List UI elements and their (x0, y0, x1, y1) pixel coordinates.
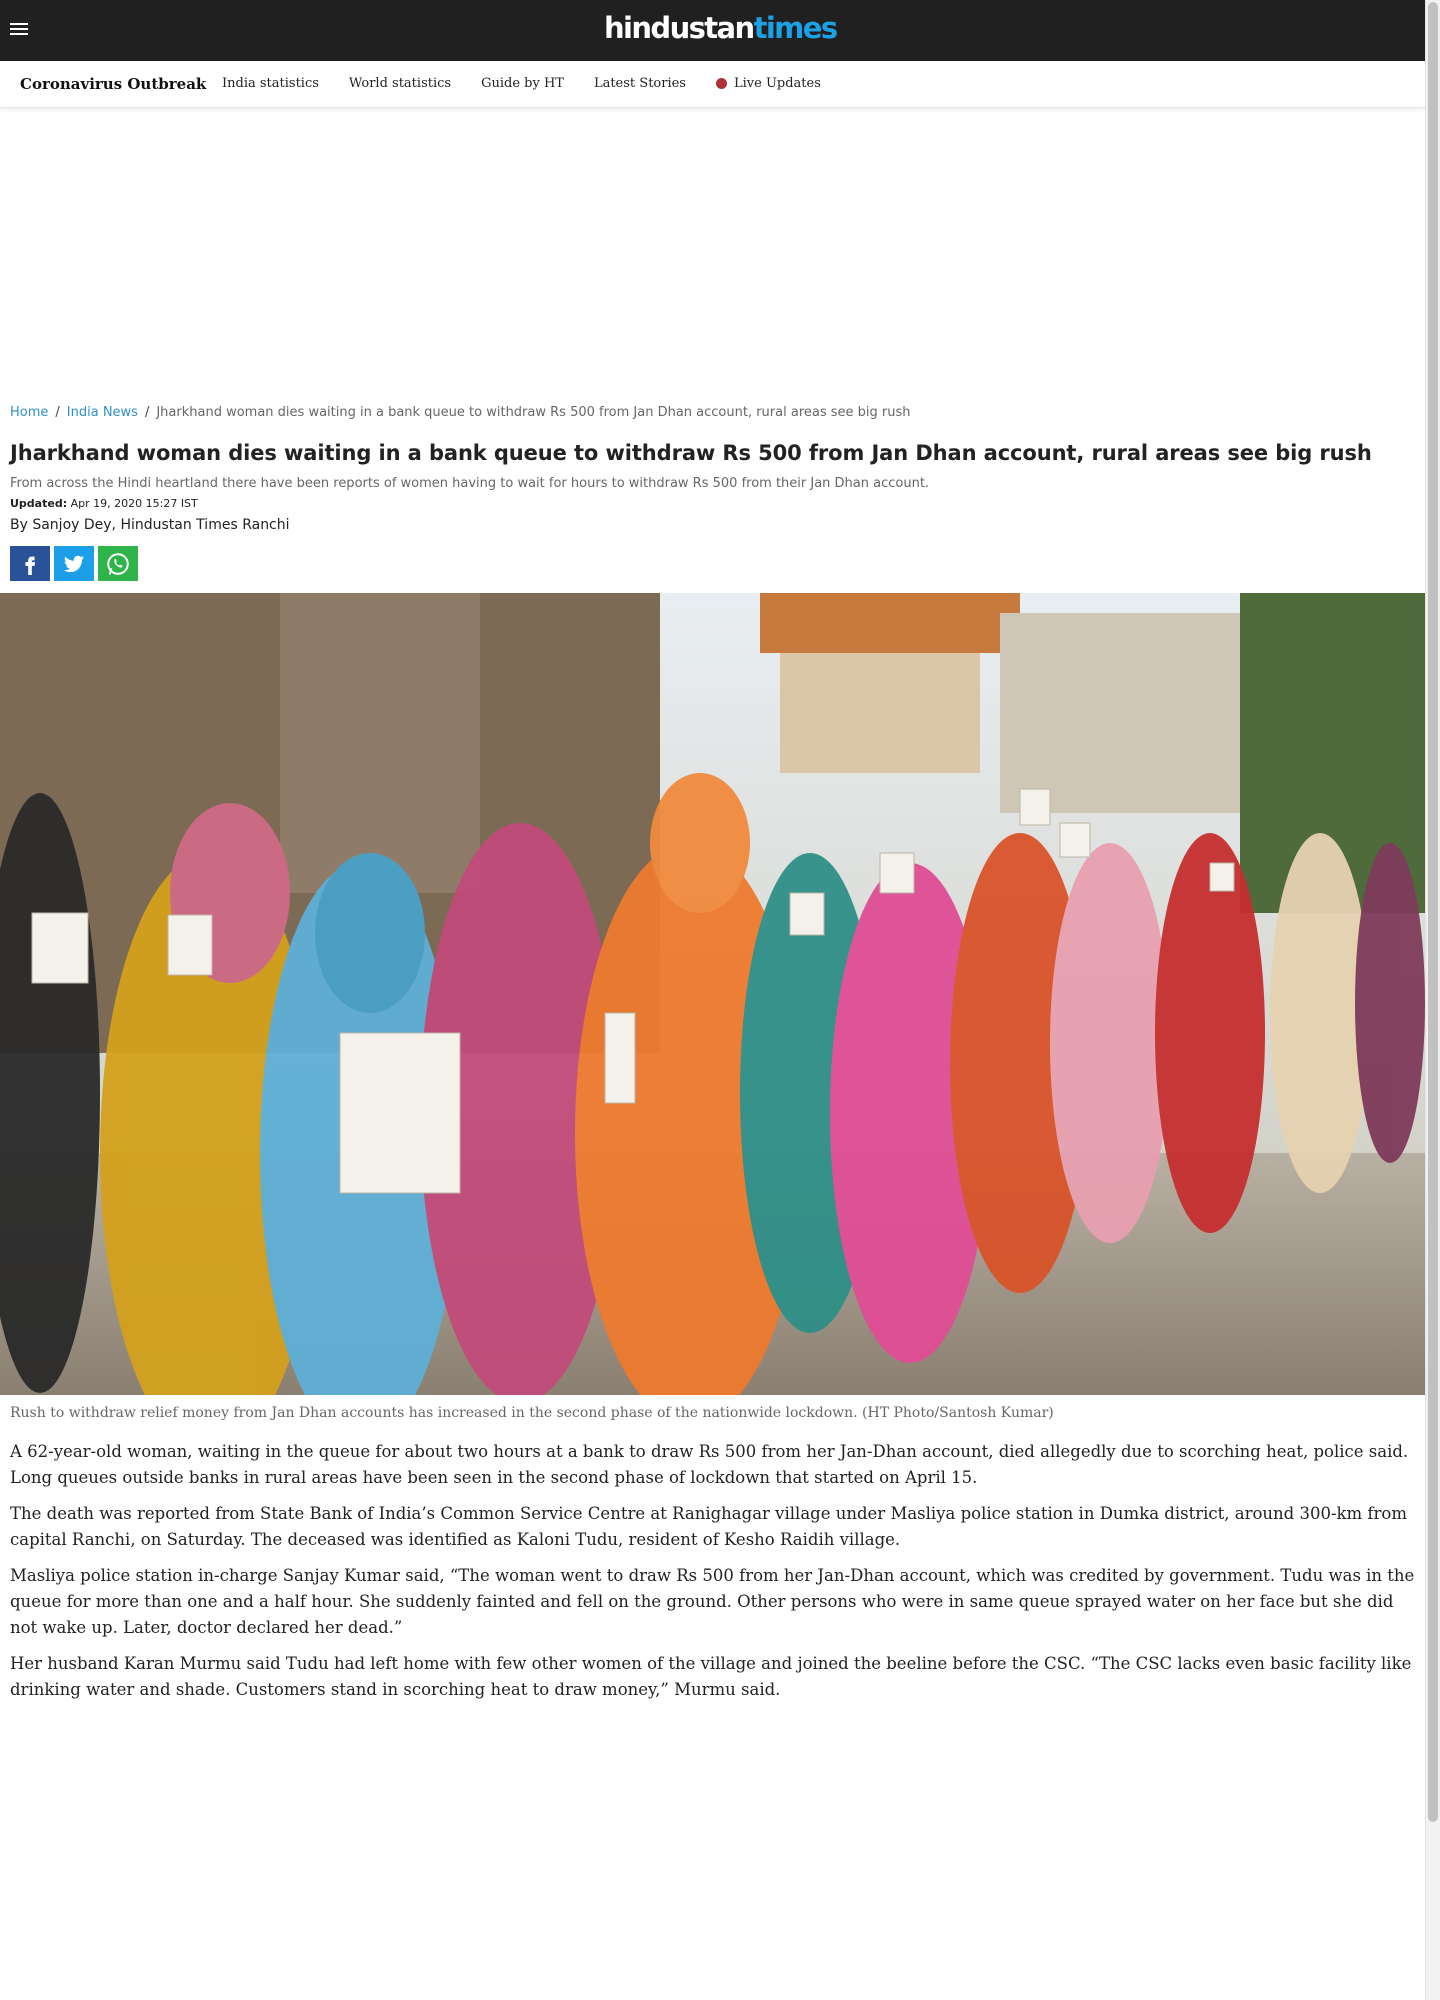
breadcrumb-current: Jharkhand woman dies waiting in a bank q… (156, 405, 911, 420)
article-paragraph: Masliya police station in-charge Sanjay … (10, 1566, 1415, 1637)
share-buttons (10, 546, 1415, 581)
article-header: Home / India News / Jharkhand woman dies wai… (0, 403, 1425, 581)
nav-india-statistics[interactable]: India statistics (222, 76, 319, 91)
topic-links: India statistics World statistics Guide … (222, 76, 821, 91)
article-summary: From across the Hindi heartland there ha… (10, 476, 930, 491)
site-logo[interactable]: hindustantimes (604, 10, 839, 46)
breadcrumb: Home / India News / Jharkhand woman dies wai… (10, 403, 1415, 423)
twitter-icon (63, 555, 85, 572)
live-dot-icon (715, 78, 727, 89)
hero-image (0, 593, 1425, 1395)
breadcrumb-separator: / (55, 405, 60, 420)
article-paragraph: The death was reported from State Bank o… (10, 1504, 1407, 1549)
article-paragraph: Her husband Karan Murmu said Tudu had le… (10, 1654, 1412, 1699)
updated-label: Updated: (10, 497, 68, 510)
topic-nav: Coronavirus Outbreak India statistics Wo… (0, 61, 1425, 108)
twitter-share-button[interactable] (54, 546, 94, 581)
nav-latest-stories[interactable]: Latest Stories (594, 76, 686, 91)
article-headline: Jharkhand woman dies waiting in a bank q… (10, 441, 1372, 465)
article-body: A 62-year-old woman, waiting in the queu… (0, 1423, 1425, 1703)
article-paragraph: A 62-year-old woman, waiting in the queu… (10, 1442, 1409, 1487)
top-bar: hindustantimes (0, 0, 1425, 61)
whatsapp-icon (107, 552, 129, 575)
updated-timestamp: Updated: Apr 19, 2020 15:27 IST (10, 496, 1415, 512)
facebook-share-button[interactable] (10, 546, 50, 581)
breadcrumb-separator: / (144, 405, 150, 420)
updated-value: Apr 19, 2020 15:27 IST (70, 497, 198, 510)
breadcrumb-home[interactable]: Home (10, 405, 48, 420)
ad-slot (0, 108, 1425, 403)
whatsapp-share-button[interactable] (98, 546, 138, 581)
vertical-scrollbar[interactable] (1425, 0, 1440, 2000)
image-caption: Rush to withdraw relief money from Jan D… (10, 1405, 1054, 1421)
nav-guide-by-ht[interactable]: Guide by HT (481, 76, 564, 91)
live-updates-label: Live Updates (733, 76, 821, 91)
breadcrumb-india-news[interactable]: India News (67, 405, 138, 420)
topic-title[interactable]: Coronavirus Outbreak (20, 75, 206, 93)
nav-live-updates[interactable]: Live Updates (715, 76, 821, 91)
hero-photo-illustration (0, 593, 1425, 1395)
byline: By Sanjoy Dey, Hindustan Times Ranchi (10, 517, 290, 533)
facebook-icon (25, 556, 36, 575)
nav-world-statistics[interactable]: World statistics (349, 76, 451, 91)
logo-text-times: times (753, 11, 839, 45)
scrollbar-thumb[interactable] (1428, 2, 1438, 1822)
page: hindustantimes Coronavirus Outbreak Indi… (0, 0, 1425, 1713)
logo-text-hindustan: hindustan (604, 11, 755, 45)
hamburger-icon[interactable] (10, 20, 32, 40)
